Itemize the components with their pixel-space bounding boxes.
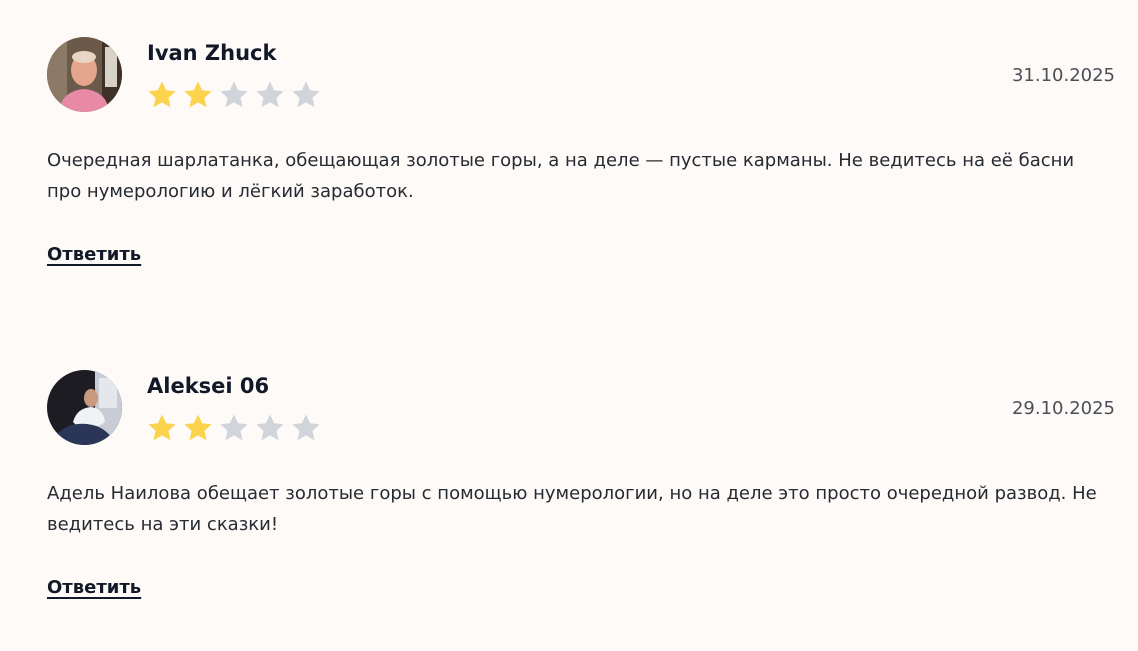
star-icon xyxy=(292,414,320,441)
star-icon xyxy=(292,81,320,108)
star-icon xyxy=(220,81,248,108)
review-text: Очередная шарлатанка, обещающая золотые … xyxy=(47,150,1075,202)
star-icon xyxy=(256,414,284,441)
avatar xyxy=(47,37,122,112)
star-icon xyxy=(148,414,176,441)
star-icon xyxy=(148,81,176,108)
reply-link[interactable]: Ответить xyxy=(47,577,141,598)
star-rating xyxy=(146,412,322,444)
star-icon xyxy=(184,414,212,441)
review-author: Ivan Zhuck xyxy=(147,41,277,65)
review-date: 29.10.2025 xyxy=(1011,398,1115,419)
star-icon xyxy=(184,81,212,108)
avatar xyxy=(47,370,122,445)
star-rating xyxy=(146,79,322,111)
reply-link[interactable]: Ответить xyxy=(47,244,141,265)
review-author: Aleksei 06 xyxy=(147,374,270,398)
star-icon xyxy=(256,81,284,108)
review-date: 31.10.2025 xyxy=(1011,65,1115,86)
review-text: Адель Наилова обещает золотые горы с пом… xyxy=(47,483,1097,535)
star-icon xyxy=(220,414,248,441)
